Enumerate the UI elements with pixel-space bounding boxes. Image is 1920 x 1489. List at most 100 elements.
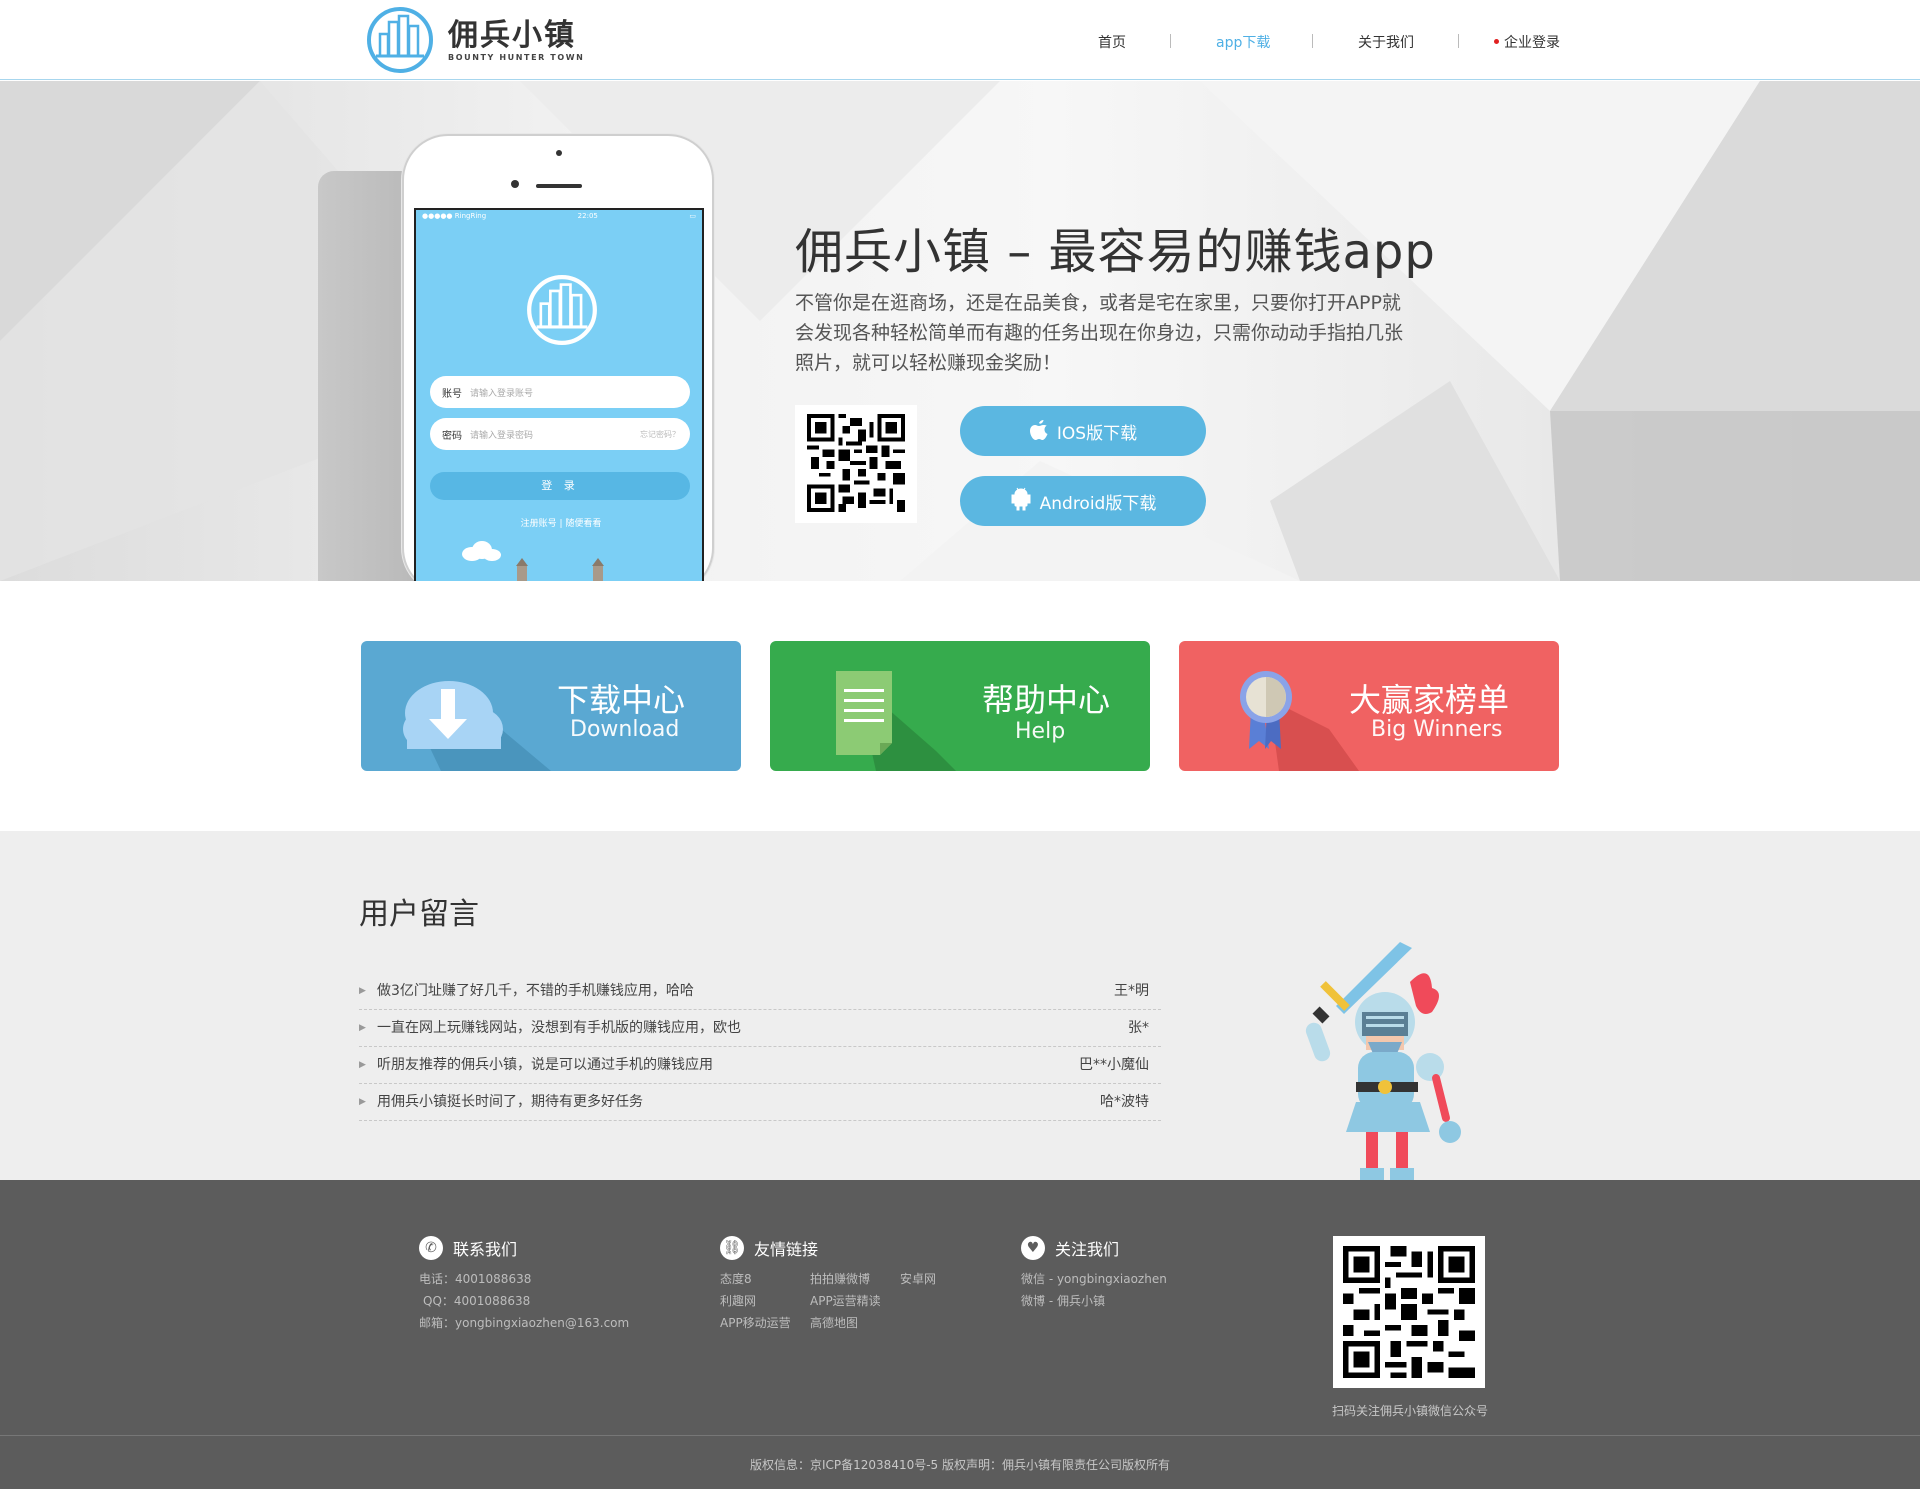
user-messages-section: 用户留言 ▶ 做3亿门址赚了好几千，不错的手机赚钱应用，哈哈 王*明 ▶ 一直在… — [0, 831, 1920, 1180]
footer-qq: QQ：4001088638 — [423, 1294, 531, 1308]
phone-icon: ✆ — [419, 1236, 443, 1260]
footer-weibo[interactable]: 微博 - 佣兵小镇 — [1021, 1290, 1167, 1312]
nav-home[interactable]: 首页 — [1098, 32, 1126, 52]
phone-status-bar: ●●●●● RingRing 22:05 ▭ — [416, 210, 702, 222]
battery-icon: ▭ — [689, 212, 696, 220]
nav-divider — [1170, 34, 1171, 48]
android-download-button[interactable]: Android版下载 — [960, 476, 1206, 526]
help-center-title: 帮助中心 — [982, 681, 1111, 719]
footer-link[interactable]: 态度8 — [720, 1268, 810, 1290]
download-center-card[interactable]: 下载中心 Download — [361, 641, 741, 771]
nav-about[interactable]: 关于我们 — [1358, 32, 1414, 52]
main-nav: 首页 app下载 关于我们 企业登录 — [0, 32, 1920, 52]
logo-subtitle: BOUNTY HUNTER TOWN — [448, 52, 585, 62]
banner-title: 佣兵小镇 – 最容易的赚钱app — [795, 224, 1436, 280]
footer-phone: 电话：4001088638 — [419, 1272, 532, 1286]
qr-caption: 扫码关注佣兵小镇微信公众号 — [1331, 1404, 1488, 1418]
message-author: 王*明 — [1114, 983, 1149, 999]
big-winners-card[interactable]: 大赢家榜单 Big Winners — [1179, 641, 1559, 771]
message-text: 一直在网上玩赚钱网站，没想到有手机版的赚钱应用，欧也 — [377, 1020, 741, 1036]
help-center-card[interactable]: 帮助中心 Help — [770, 641, 1150, 771]
document-icon — [836, 671, 956, 771]
footer-link[interactable]: 高德地图 — [810, 1312, 900, 1334]
message-text: 用佣兵小镇挺长时间了，期待有更多好任务 — [377, 1094, 643, 1110]
footer-contact: ✆ 联系我们 电话：4001088638 QQ：4001088638 邮箱：yo… — [419, 1236, 629, 1334]
qr-code-image — [1343, 1246, 1475, 1378]
message-author: 巴**小魔仙 — [1079, 1057, 1149, 1073]
phone-carrier: ●●●●● RingRing — [422, 212, 487, 220]
site-header: 佣兵小镇 BOUNTY HUNTER TOWN 首页 app下载 关于我们 企业… — [0, 0, 1920, 80]
phone-password-field: 密码 请输入登录密码 忘记密码？ — [430, 418, 690, 450]
footer-link[interactable]: 安卓网 — [900, 1268, 970, 1290]
phone-camera — [556, 150, 562, 156]
section-title: 用户留言 — [359, 897, 479, 932]
message-item[interactable]: ▶ 听朋友推荐的佣兵小镇，说是可以通过手机的赚钱应用 巴**小魔仙 — [359, 1047, 1161, 1084]
phone-account-field: 账号 请输入登录账号 — [430, 376, 690, 408]
knight-mascot-illustration — [1305, 942, 1461, 1180]
nav-enterprise-login-label: 企业登录 — [1504, 35, 1560, 51]
cloud-download-icon — [403, 681, 551, 771]
footer-link[interactable]: 拍拍赚微博 — [810, 1268, 900, 1290]
message-item[interactable]: ▶ 做3亿门址赚了好几千，不错的手机赚钱应用，哈哈 王*明 — [359, 973, 1161, 1010]
phone-login-button: 登 录 — [430, 472, 690, 500]
phone-screen: ●●●●● RingRing 22:05 ▭ 账号 请输入登录账号 密码 请输入… — [414, 208, 704, 581]
triangle-bullet-icon: ▶ — [359, 1023, 366, 1033]
message-item[interactable]: ▶ 用佣兵小镇挺长时间了，期待有更多好任务 哈*波特 — [359, 1084, 1161, 1121]
phone-sensor — [511, 180, 519, 188]
footer-links-title: 友情链接 — [754, 1240, 819, 1259]
phone-account-placeholder: 请输入登录账号 — [470, 388, 534, 399]
message-author: 张* — [1128, 1020, 1149, 1036]
message-item[interactable]: ▶ 一直在网上玩赚钱网站，没想到有手机版的赚钱应用，欧也 张* — [359, 1010, 1161, 1047]
site-footer: ✆ 联系我们 电话：4001088638 QQ：4001088638 邮箱：yo… — [0, 1180, 1920, 1489]
footer-link[interactable] — [900, 1290, 970, 1312]
ios-download-label: IOS版下载 — [1056, 423, 1138, 444]
message-text: 听朋友推荐的佣兵小镇，说是可以通过手机的赚钱应用 — [377, 1057, 713, 1073]
red-dot-icon — [1494, 38, 1499, 44]
android-download-label: Android版下载 — [1039, 493, 1157, 514]
wechat-qr-code — [1333, 1236, 1485, 1388]
app-logo-icon — [527, 275, 597, 345]
heart-icon: ♥ — [1021, 1236, 1045, 1260]
copyright: 版权信息：京ICP备12038410号-5 版权声明：佣兵小镇有限责任公司版权所… — [749, 1458, 1170, 1472]
phone-password-label: 密码 — [442, 430, 462, 442]
download-qr-code — [795, 405, 917, 523]
award-medal-icon — [1240, 671, 1359, 771]
download-center-title: 下载中心 — [557, 681, 686, 719]
ios-download-button[interactable]: IOS版下载 — [960, 406, 1206, 456]
footer-email[interactable]: 邮箱：yongbingxiaozhen@163.com — [419, 1312, 629, 1334]
footer-friend-links: ⛓ 友情链接 态度8 拍拍赚微博 安卓网 利趣网 APP运营精读 APP移动运营… — [720, 1236, 970, 1334]
nav-enterprise-login[interactable]: 企业登录 — [1494, 32, 1560, 52]
banner-description: 不管你是在逛商场，还是在品美食，或者是宅在家里，只要你打开APP就会发现各种轻松… — [795, 292, 1404, 374]
footer-wechat: 微信 - yongbingxiaozhen — [1021, 1272, 1167, 1286]
download-center-subtitle: Download — [570, 717, 680, 742]
phone-password-placeholder: 请输入登录密码 — [470, 430, 534, 441]
big-winners-subtitle: Big Winners — [1371, 717, 1503, 742]
message-text: 做3亿门址赚了好几千，不错的手机赚钱应用，哈哈 — [377, 983, 694, 999]
footer-link[interactable] — [900, 1312, 970, 1334]
phone-register-links: 注册账号 | 随便看看 — [520, 519, 602, 529]
big-winners-title: 大赢家榜单 — [1349, 681, 1510, 719]
phone-mockup: ●●●●● RingRing 22:05 ▭ 账号 请输入登录账号 密码 请输入… — [402, 134, 714, 581]
footer-link[interactable]: APP移动运营 — [720, 1312, 810, 1334]
nav-divider — [1458, 34, 1459, 48]
hero-banner: ●●●●● RingRing 22:05 ▭ 账号 请输入登录账号 密码 请输入… — [0, 81, 1920, 581]
phone-forgot-link: 忘记密码？ — [640, 429, 680, 439]
footer-link[interactable]: APP运营精读 — [810, 1290, 900, 1312]
cloud-icon — [462, 541, 501, 561]
footer-contact-title: 联系我们 — [453, 1240, 518, 1259]
help-center-subtitle: Help — [1015, 719, 1066, 744]
footer-follow-title: 关注我们 — [1055, 1240, 1120, 1259]
footer-follow-us: ♥ 关注我们 微信 - yongbingxiaozhen 微博 - 佣兵小镇 — [1021, 1236, 1167, 1312]
nav-app-download[interactable]: app下载 — [1216, 32, 1270, 52]
triangle-bullet-icon: ▶ — [359, 986, 366, 996]
qr-code-image — [807, 414, 905, 512]
footer-link[interactable]: 利趣网 — [720, 1290, 810, 1312]
page: 佣兵小镇 BOUNTY HUNTER TOWN 首页 app下载 关于我们 企业… — [0, 0, 1920, 1489]
link-icon: ⛓ — [720, 1236, 744, 1260]
tower-icon — [516, 558, 528, 581]
triangle-bullet-icon: ▶ — [359, 1097, 366, 1107]
apple-icon — [1029, 418, 1049, 445]
footer-divider — [0, 1435, 1920, 1436]
android-icon — [1010, 487, 1032, 516]
phone-time: 22:05 — [577, 212, 598, 220]
